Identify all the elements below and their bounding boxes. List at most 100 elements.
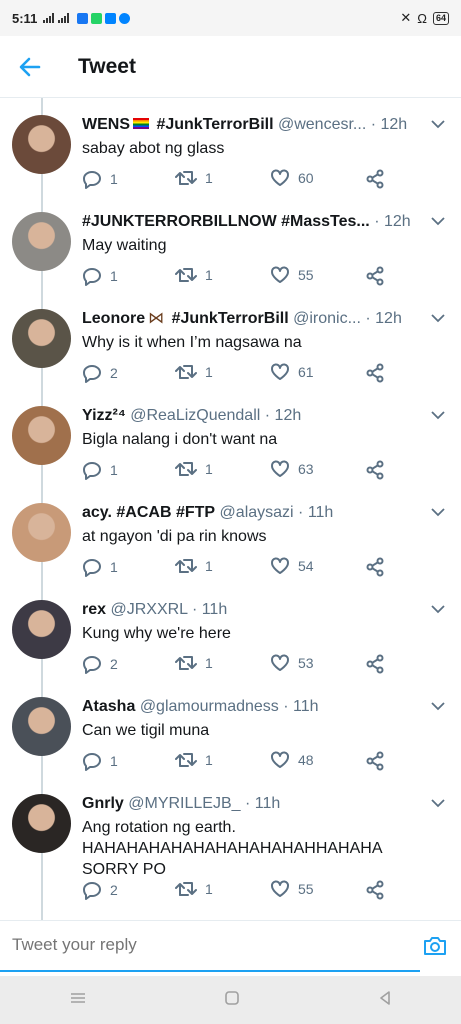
retweet-button[interactable]: 1 [175, 266, 213, 284]
tweet-item[interactable]: WENS #JunkTerrorBill @wencesr... · 12h sa… [0, 98, 461, 195]
user-handle[interactable]: @MYRILLEJB_ [128, 795, 240, 812]
retweet-button[interactable]: 1 [175, 460, 213, 478]
avatar[interactable] [12, 697, 71, 756]
back-icon[interactable] [377, 990, 393, 1011]
reply-icon [83, 171, 101, 189]
tweet-actions: 1 1 55 [82, 266, 385, 290]
display-name[interactable]: Yizz²⁴ [82, 407, 126, 424]
home-icon[interactable] [224, 990, 240, 1011]
user-handle[interactable]: @wencesr... [278, 116, 366, 133]
reply-count: 1 [110, 753, 118, 769]
like-button[interactable]: 61 [270, 363, 314, 381]
share-button[interactable] [365, 169, 385, 189]
share-button[interactable] [365, 751, 385, 771]
user-handle[interactable]: @ReaLizQuendall [130, 407, 260, 424]
tweet-actions: 2 1 53 [82, 654, 385, 678]
reply-button[interactable]: 1 [82, 169, 118, 189]
heart-icon [271, 654, 289, 671]
chevron-down-icon[interactable] [431, 116, 445, 134]
tweet-item[interactable]: acy. #ACAB #FTP @alaysazi · 11h at ngayon… [0, 486, 461, 583]
like-button[interactable]: 60 [270, 169, 314, 187]
share-button[interactable] [365, 880, 385, 900]
user-handle[interactable]: @glamourmadness [140, 698, 279, 715]
chevron-down-icon[interactable] [431, 407, 445, 425]
share-button[interactable] [365, 654, 385, 674]
share-button[interactable] [365, 266, 385, 286]
like-button[interactable]: 48 [270, 751, 314, 769]
share-button[interactable] [365, 557, 385, 577]
tweet-item[interactable]: rex @JRXXRL · 11h Kung why we're here 2 1 53 [0, 583, 461, 680]
avatar[interactable] [12, 406, 71, 465]
tweet-header: WENS #JunkTerrorBill @wencesr... · 12h [82, 114, 425, 135]
like-button[interactable]: 55 [270, 880, 314, 898]
retweet-button[interactable]: 1 [175, 169, 213, 187]
tweet-time: · 11h [283, 698, 319, 715]
chevron-down-icon[interactable] [431, 601, 445, 619]
avatar[interactable] [12, 115, 71, 174]
retweet-button[interactable]: 1 [175, 654, 213, 672]
display-name[interactable]: #JUNKTERRORBILLNOW #MassTes... [82, 213, 370, 230]
tweet-item[interactable]: Leonore ⋈ #JunkTerrorBill @ironic... · 12… [0, 292, 461, 389]
retweet-icon [175, 882, 197, 896]
notification-dot-icon [119, 12, 131, 24]
avatar[interactable] [12, 309, 71, 368]
reply-button[interactable]: 2 [82, 654, 118, 674]
avatar[interactable] [12, 503, 71, 562]
tweet-item[interactable]: Yizz²⁴ @ReaLizQuendall · 12h Bigla nalang… [0, 389, 461, 486]
display-name[interactable]: rex [82, 601, 106, 618]
user-handle[interactable]: @alaysazi [220, 504, 294, 521]
retweet-button[interactable]: 1 [175, 751, 213, 769]
retweet-button[interactable]: 1 [175, 557, 213, 575]
share-button[interactable] [365, 460, 385, 480]
user-handle[interactable]: @JRXXRL [110, 601, 187, 618]
retweet-count: 1 [205, 881, 213, 897]
chevron-down-icon[interactable] [431, 310, 445, 328]
chevron-down-icon[interactable] [431, 795, 445, 813]
back-arrow-icon[interactable] [0, 57, 60, 77]
retweet-button[interactable]: 1 [175, 880, 213, 898]
menu-icon[interactable] [69, 991, 87, 1010]
tweet-item[interactable]: Gnrly @MYRILLEJB_ · 11h Ang rotation ng e… [0, 777, 461, 905]
retweet-icon [175, 559, 197, 573]
tweet-header: Gnrly @MYRILLEJB_ · 11h [82, 793, 425, 814]
chevron-down-icon[interactable] [431, 213, 445, 231]
share-button[interactable] [365, 363, 385, 383]
chevron-down-icon[interactable] [431, 698, 445, 716]
user-handle[interactable]: @ironic... [293, 310, 361, 327]
display-name[interactable]: WENS [82, 116, 130, 133]
butterfly-icon: ⋈ [148, 310, 165, 327]
notification-icons [77, 12, 131, 24]
reply-button[interactable]: 1 [82, 266, 118, 286]
avatar[interactable] [12, 600, 71, 659]
display-name[interactable]: acy. [82, 504, 112, 521]
tweet-item[interactable]: #JUNKTERRORBILLNOW #MassTes... · 12h May … [0, 195, 461, 292]
reply-button[interactable]: 2 [82, 363, 118, 383]
display-name[interactable]: Atasha [82, 698, 135, 715]
reply-button[interactable]: 1 [82, 557, 118, 577]
tweet-item[interactable]: Atasha @glamourmadness · 11h Can we tigil… [0, 680, 461, 777]
reply-button[interactable]: 2 [82, 880, 118, 900]
reply-list: WENS #JunkTerrorBill @wencesr... · 12h sa… [0, 98, 461, 905]
like-button[interactable]: 54 [270, 557, 314, 575]
retweet-count: 1 [205, 267, 213, 283]
chevron-down-icon[interactable] [431, 504, 445, 522]
status-bar: 5:11 ✕ Ω 64 [0, 0, 461, 36]
like-button[interactable]: 53 [270, 654, 314, 672]
retweet-button[interactable]: 1 [175, 363, 213, 381]
tweet-time: · 11h [298, 504, 334, 521]
reply-button[interactable]: 1 [82, 460, 118, 480]
display-name[interactable]: Gnrly [82, 795, 124, 812]
like-button[interactable]: 63 [270, 460, 314, 478]
tweet-actions: 1 1 48 [82, 751, 385, 775]
tweet-actions: 1 1 54 [82, 557, 385, 581]
display-name[interactable]: Leonore [82, 310, 145, 327]
reply-input[interactable] [12, 935, 392, 955]
retweet-icon [175, 268, 197, 282]
avatar[interactable] [12, 794, 71, 853]
share-icon [366, 880, 384, 900]
like-count: 55 [298, 881, 314, 897]
avatar[interactable] [12, 212, 71, 271]
like-button[interactable]: 55 [270, 266, 314, 284]
camera-icon[interactable] [423, 935, 447, 962]
reply-button[interactable]: 1 [82, 751, 118, 771]
